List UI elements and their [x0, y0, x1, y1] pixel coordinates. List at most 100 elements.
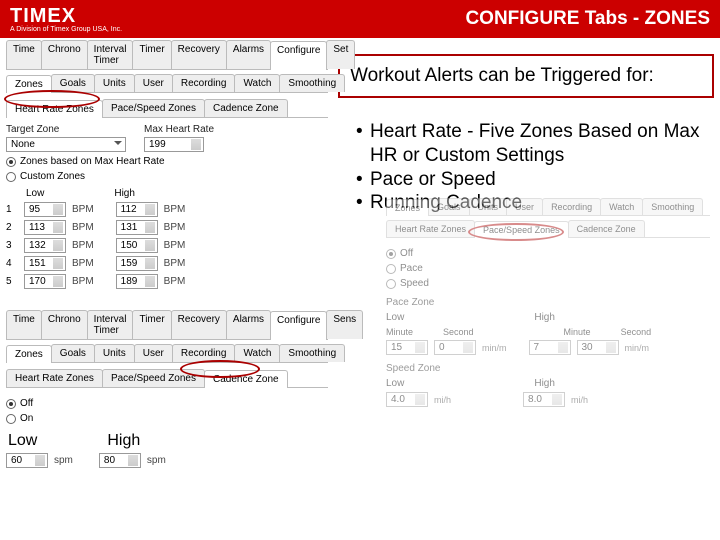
- tab-time[interactable]: Time: [6, 40, 42, 69]
- target-zone-select[interactable]: None: [6, 137, 126, 152]
- subtab-goals[interactable]: Goals: [428, 198, 470, 215]
- subtab-units[interactable]: Units: [94, 344, 135, 362]
- bullet-icon: •: [356, 191, 370, 215]
- subtab-smoothing[interactable]: Smoothing: [279, 74, 345, 92]
- subtab-goals[interactable]: Goals: [51, 74, 95, 92]
- radio-ps-off[interactable]: Off: [386, 248, 710, 259]
- maxhr-input[interactable]: 199: [144, 137, 204, 152]
- zonebar-hr[interactable]: Heart Rate Zones: [6, 369, 103, 387]
- tab-chrono[interactable]: Chrono: [41, 310, 88, 339]
- zonebar-cad[interactable]: Cadence Zone: [204, 370, 288, 388]
- zonebar-cad[interactable]: Cadence Zone: [204, 99, 288, 117]
- subtab-zones[interactable]: Zones: [386, 199, 429, 216]
- zone-number: 4: [6, 258, 18, 269]
- subtab-zones[interactable]: Zones: [6, 345, 52, 363]
- radio-icon: [6, 414, 16, 424]
- unit-bpm: BPM: [72, 258, 94, 269]
- unit-bpm: BPM: [72, 240, 94, 251]
- radio-cad-off[interactable]: Off: [6, 398, 328, 409]
- speed-low[interactable]: 4.0: [386, 392, 428, 407]
- tab-recovery[interactable]: Recovery: [171, 40, 227, 69]
- tab-sensors-trunc[interactable]: Sens: [326, 310, 363, 339]
- zone-low-input[interactable]: 113: [24, 220, 66, 235]
- tab-time[interactable]: Time: [6, 310, 42, 339]
- radio-maxhr[interactable]: Zones based on Max Heart Rate: [6, 156, 328, 167]
- zone-low-input[interactable]: 132: [24, 238, 66, 253]
- subtab-recording[interactable]: Recording: [172, 344, 236, 362]
- radio-icon: [6, 399, 16, 409]
- subtab-user[interactable]: User: [506, 198, 543, 215]
- zonebar-hr[interactable]: Heart Rate Zones: [6, 100, 103, 118]
- zonebar-cad[interactable]: Cadence Zone: [568, 220, 645, 237]
- pace-high-sec[interactable]: 30: [577, 340, 619, 355]
- zone-high-input[interactable]: 189: [116, 274, 158, 289]
- radio-ps-speed[interactable]: Speed: [386, 278, 710, 289]
- zone-number: 1: [6, 204, 18, 215]
- pace-high-min[interactable]: 7: [529, 340, 571, 355]
- radio-icon: [386, 264, 396, 274]
- zone-low-input[interactable]: 170: [24, 274, 66, 289]
- tab-chrono[interactable]: Chrono: [41, 40, 88, 69]
- pace-low-min[interactable]: 15: [386, 340, 428, 355]
- zone-low-input[interactable]: 95: [24, 202, 66, 217]
- unit-bpm: BPM: [164, 276, 186, 287]
- unit-bpm: BPM: [164, 240, 186, 251]
- zone-low-input[interactable]: 151: [24, 256, 66, 271]
- subtab-smoothing[interactable]: Smoothing: [279, 344, 345, 362]
- subtab-units[interactable]: Units: [94, 74, 135, 92]
- tab-settings-trunc[interactable]: Set: [326, 40, 355, 69]
- radio-icon: [6, 157, 16, 167]
- tab-configure[interactable]: Configure: [270, 311, 327, 340]
- tab-configure[interactable]: Configure: [270, 41, 327, 70]
- pace-low-sec[interactable]: 0: [434, 340, 476, 355]
- col-low: Low: [26, 188, 44, 199]
- subtab-recording[interactable]: Recording: [542, 198, 601, 215]
- zone-high-input[interactable]: 131: [116, 220, 158, 235]
- subtab-watch[interactable]: Watch: [234, 344, 280, 362]
- cad-high-lbl: High: [107, 432, 140, 450]
- radio-icon: [386, 249, 396, 259]
- subtab-watch[interactable]: Watch: [600, 198, 643, 215]
- bullet-icon: •: [356, 120, 370, 168]
- zone-high-input[interactable]: 159: [116, 256, 158, 271]
- radio-cad-on[interactable]: On: [6, 413, 328, 424]
- tab-timer[interactable]: Timer: [132, 40, 171, 69]
- tab-alarms[interactable]: Alarms: [226, 310, 271, 339]
- subtab-watch[interactable]: Watch: [234, 74, 280, 92]
- zonebar-hr[interactable]: Heart Rate Zones: [386, 220, 475, 237]
- tab-interval[interactable]: Interval Timer: [87, 310, 134, 339]
- zone-high-input[interactable]: 150: [116, 238, 158, 253]
- zone-row: 2113BPM131BPM: [6, 220, 328, 235]
- subtab-units[interactable]: Units: [469, 198, 508, 215]
- cad-low-input[interactable]: 60: [6, 453, 48, 468]
- subtab-user[interactable]: User: [134, 74, 173, 92]
- tab-recovery[interactable]: Recovery: [171, 310, 227, 339]
- zone-high-input[interactable]: 112: [116, 202, 158, 217]
- tab-interval[interactable]: Interval Timer: [87, 40, 134, 69]
- screenshot-hr-zones: Time Chrono Interval Timer Timer Recover…: [6, 40, 328, 289]
- zone-number: 3: [6, 240, 18, 251]
- speed-high[interactable]: 8.0: [523, 392, 565, 407]
- cad-high-input[interactable]: 80: [99, 453, 141, 468]
- bullet-1: Heart Rate - Five Zones Based on Max HR …: [370, 120, 706, 168]
- tab-alarms[interactable]: Alarms: [226, 40, 271, 69]
- zonebar-ps[interactable]: Pace/Speed Zones: [474, 221, 569, 238]
- radio-ps-pace[interactable]: Pace: [386, 263, 710, 274]
- screenshot-cadence: Time Chrono Interval Timer Timer Recover…: [6, 310, 328, 468]
- zonebar-ps[interactable]: Pace/Speed Zones: [102, 369, 205, 387]
- subtab-user[interactable]: User: [134, 344, 173, 362]
- slide-title: CONFIGURE Tabs - ZONES: [465, 8, 710, 30]
- zonebar-ps[interactable]: Pace/Speed Zones: [102, 99, 205, 117]
- zone-row: 195BPM112BPM: [6, 202, 328, 217]
- tab-timer[interactable]: Timer: [132, 310, 171, 339]
- subtab-goals[interactable]: Goals: [51, 344, 95, 362]
- zone-number: 5: [6, 276, 18, 287]
- radio-custom[interactable]: Custom Zones: [6, 171, 328, 182]
- subtab-smoothing[interactable]: Smoothing: [642, 198, 703, 215]
- zone-row: 5 170 BPM 189 BPM: [6, 274, 328, 289]
- subtab-recording[interactable]: Recording: [172, 74, 236, 92]
- subtab-zones[interactable]: Zones: [6, 75, 52, 93]
- maxhr-label: Max Heart Rate: [144, 124, 214, 135]
- slide-header: TIMEX A Division of Timex Group USA, Inc…: [0, 0, 720, 38]
- unit-bpm: BPM: [72, 276, 94, 287]
